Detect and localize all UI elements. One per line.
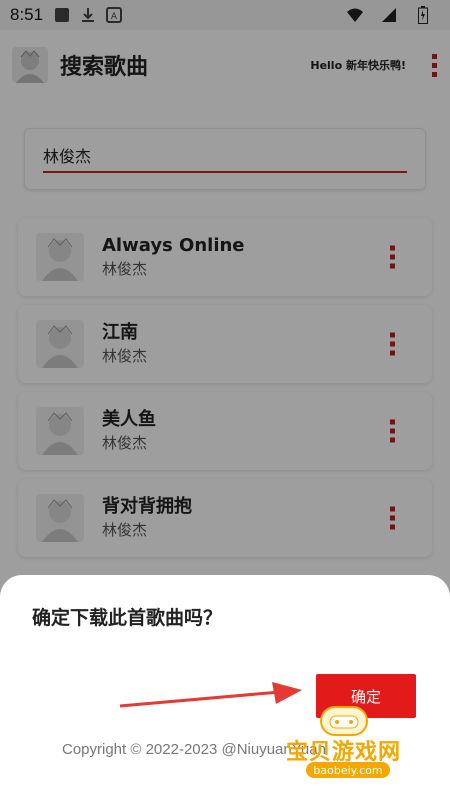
watermark-url: baobeiy.com	[306, 762, 390, 778]
site-watermark: 宝贝游戏网 baobeiy.com	[276, 700, 426, 790]
dialog-title: 确定下载此首歌曲吗？	[32, 607, 223, 629]
gamepad-icon	[320, 706, 368, 736]
